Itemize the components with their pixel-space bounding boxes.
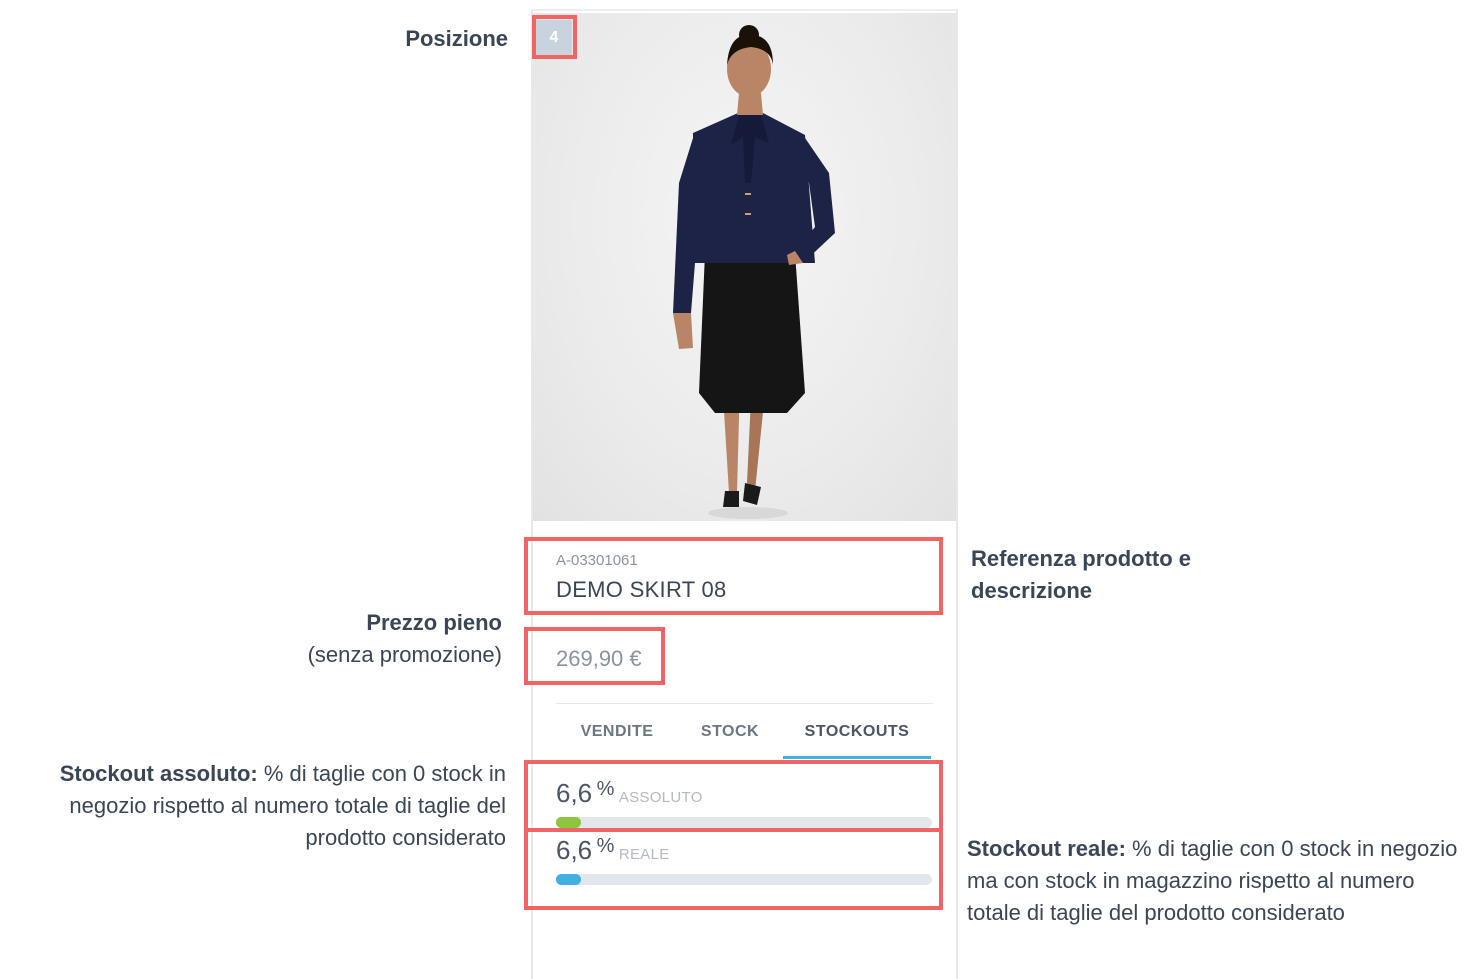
annotation-stockout-real: Stockout reale: % di taglie con 0 stock … — [967, 833, 1465, 929]
annotation-full-price-sub: (senza promozione) — [307, 642, 502, 667]
stockout-absolute-highlight-box — [524, 760, 943, 832]
annotation-full-price-title: Prezzo pieno — [366, 610, 502, 635]
tab-stockouts[interactable]: STOCKOUTS — [790, 723, 924, 741]
product-image[interactable] — [533, 13, 956, 521]
tab-vendite[interactable]: VENDITE — [568, 723, 666, 741]
price-highlight-box — [524, 627, 665, 685]
annotation-stockout-real-title: Stockout reale: — [967, 836, 1126, 861]
product-photo-woman-icon — [673, 25, 835, 519]
stockout-real-highlight-box — [524, 828, 943, 910]
annotation-full-price: Prezzo pieno (senza promozione) — [250, 607, 502, 671]
annotation-reference: Referenza prodotto e descrizione — [971, 546, 1192, 603]
annotation-stockout-absolute-title: Stockout assoluto: — [59, 761, 258, 786]
divider — [556, 703, 933, 704]
tab-stock[interactable]: STOCK — [690, 723, 770, 741]
annotation-stockout-absolute: Stockout assoluto: % di taglie con 0 sto… — [10, 758, 506, 854]
reference-highlight-box — [524, 537, 943, 615]
position-highlight-box — [532, 15, 577, 59]
annotation-position: Posizione — [405, 26, 508, 51]
tab-active-underline — [783, 756, 931, 759]
